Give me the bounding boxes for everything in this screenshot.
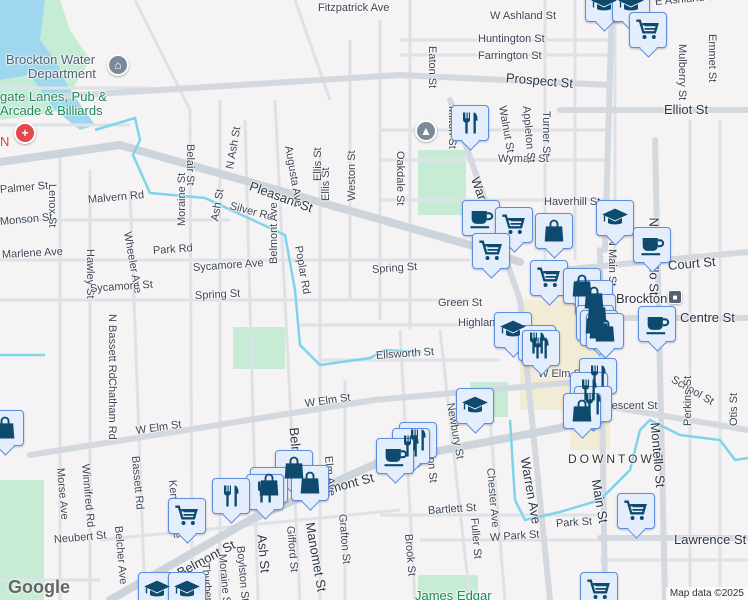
map-marker-coffee[interactable] [462, 200, 500, 236]
shopping-cart-icon [173, 502, 201, 530]
map-marker-coffee[interactable] [633, 227, 671, 263]
shopping-bag-icon [540, 217, 568, 245]
shopping-bag-icon [568, 397, 596, 425]
map-marker-restaurant[interactable] [522, 330, 560, 366]
shopping-cart-icon [477, 237, 505, 265]
school-icon [143, 576, 171, 600]
map-marker-coffee[interactable] [376, 438, 414, 474]
map-marker-restaurant[interactable] [212, 478, 250, 514]
street-label: Chatham Rd [106, 378, 118, 440]
map-marker-school[interactable] [596, 200, 634, 236]
government-building-icon[interactable]: ⌂ [107, 54, 129, 76]
shopping-cart-icon [535, 264, 563, 292]
shopping-bag-icon [296, 469, 324, 497]
school-icon [461, 392, 489, 420]
shopping-cart-icon [622, 497, 650, 525]
street-label: Eaton St [426, 46, 438, 89]
street-label: Lawrence St [674, 532, 747, 547]
street-label: Ellis St [312, 147, 324, 181]
shopping-cart-icon [500, 211, 528, 239]
street-label: Mulberry St [676, 44, 688, 101]
map-marker-shopping-cart[interactable] [472, 233, 510, 269]
street-label: Perkins St [682, 375, 694, 426]
place-label-hospital: N [0, 134, 10, 149]
map-marker-restaurant[interactable] [246, 474, 284, 510]
street-label: Elliot St [664, 102, 709, 117]
street-label: Fitzpatrick Ave [318, 2, 390, 14]
street-label: Oakdale St [394, 151, 406, 206]
street-label: Ash St [254, 533, 273, 574]
street-label: Moraine St [176, 172, 188, 226]
restaurant-icon [217, 482, 245, 510]
map-marker-shopping-bag[interactable] [563, 393, 601, 429]
coffee-icon [467, 204, 495, 232]
map-marker-shopping-bag[interactable] [535, 213, 573, 249]
coffee-icon [638, 231, 666, 259]
place-label-bowling-2[interactable]: Arcade & Billiards [0, 103, 103, 118]
street-label: Belmont Ave [268, 202, 280, 264]
street-label: Green St [438, 297, 483, 309]
street-label: N Bassett Rd [106, 314, 118, 379]
shopping-cart-icon [585, 576, 613, 600]
map-marker-shopping-bag[interactable] [291, 465, 329, 501]
map-marker-shopping-cart[interactable] [530, 260, 568, 296]
map-marker-shopping-bag[interactable] [0, 410, 24, 446]
school-poi-icon[interactable]: ▲ [415, 120, 437, 142]
place-label-bowling-1[interactable]: gate Lanes, Pub & [0, 89, 107, 104]
hospital-icon[interactable]: + [14, 122, 36, 144]
train-station-icon[interactable]: ■ [668, 290, 682, 304]
map-canvas[interactable]: Brockton Water Department ⌂ gate Lanes, … [0, 0, 748, 600]
restaurant-icon [527, 334, 555, 362]
street-label: Emmet St [706, 34, 718, 83]
park [233, 327, 285, 369]
school-icon [590, 0, 618, 18]
street-label: Turner St [540, 111, 552, 157]
park-label: James Edgar [415, 588, 492, 600]
map-attribution[interactable]: Map data ©2025 [665, 587, 748, 600]
map-marker-coffee[interactable] [638, 306, 676, 342]
shopping-bag-icon [0, 414, 19, 442]
place-label-water-dept-1: Brockton Water [6, 52, 96, 67]
school-icon [601, 204, 629, 232]
street-label: Haverhill St [544, 196, 601, 208]
map-marker-shopping-cart[interactable] [617, 493, 655, 529]
shopping-bag-icon [591, 317, 619, 345]
map-marker-shopping-cart[interactable] [629, 12, 667, 48]
map-marker-shopping-bag[interactable] [586, 313, 624, 349]
school-icon [173, 576, 201, 600]
street-label: Farrington St [478, 50, 542, 62]
restaurant-icon [456, 109, 484, 137]
map-marker-school[interactable] [138, 572, 176, 600]
map-marker-shopping-cart[interactable] [580, 572, 618, 600]
google-logo: Google [8, 577, 70, 597]
road-montello-st [652, 137, 668, 600]
coffee-icon [381, 442, 409, 470]
place-label-water-dept-2: Department [28, 66, 96, 81]
street-label: W Ashland St [490, 10, 557, 22]
shopping-cart-icon [634, 16, 662, 44]
street-label: Spring St [194, 287, 241, 302]
map-marker-school[interactable] [456, 388, 494, 424]
map-marker-shopping-cart[interactable] [168, 498, 206, 534]
street-label: Huntington St [478, 33, 545, 45]
street-label: Weston St [346, 150, 358, 201]
map-marker-restaurant[interactable] [451, 105, 489, 141]
coffee-icon [643, 310, 671, 338]
restaurant-icon [251, 478, 279, 506]
street-label: Otis St [728, 392, 740, 426]
map-marker-school[interactable] [168, 572, 206, 600]
street-label: Park St [555, 515, 593, 530]
street-label: Centre St [680, 310, 735, 325]
